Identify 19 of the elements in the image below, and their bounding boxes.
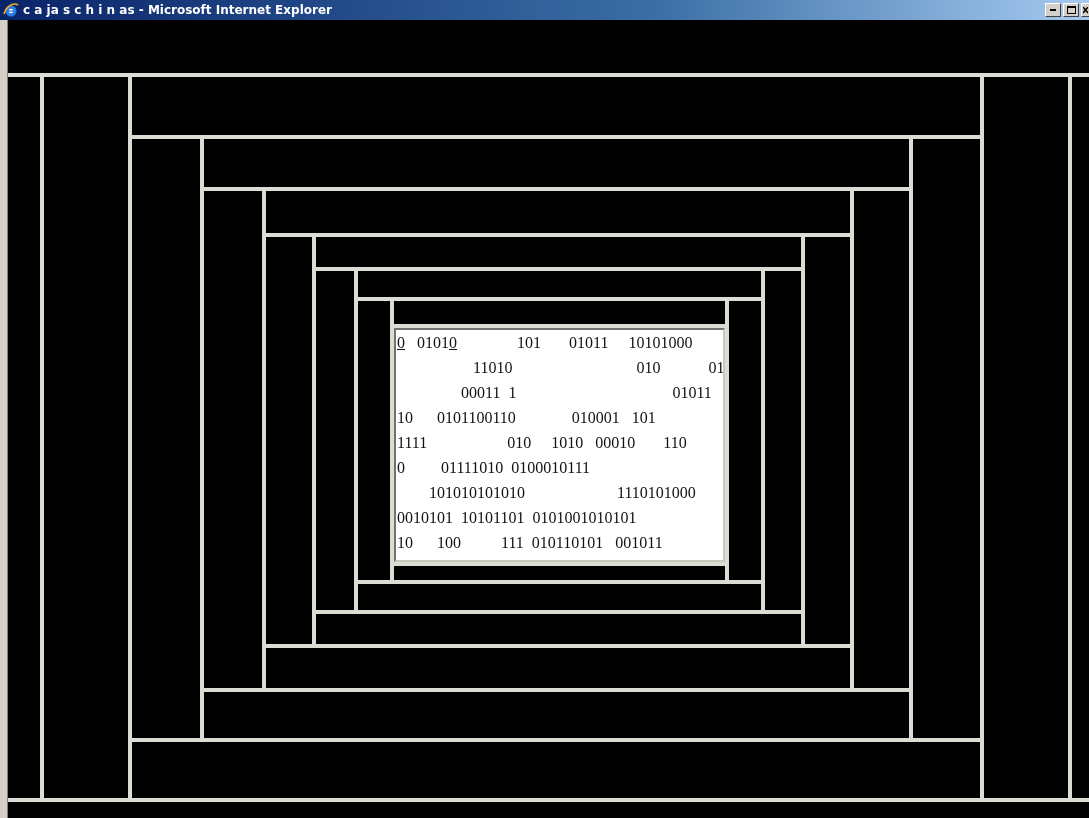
browser-logo-icon [3,2,19,18]
close-button[interactable] [1081,3,1089,17]
binary-line: 11010 010 01 [472,358,723,378]
binary-line: 10 0101100110 010001 101 [396,408,657,428]
minimize-icon [1050,9,1056,11]
binary-line: 0010101 10101101 0101001010101 [396,508,638,528]
binary-line: 0 01010 101 01011 10101000 [396,333,694,353]
window-title: c a ja s c h i n as - Microsoft Internet Explorer [23,3,333,17]
minimize-button[interactable] [1045,3,1061,17]
text-link[interactable]: 0 [397,334,405,351]
binary-line: 1111 010 1010 00010 110 [396,433,688,453]
text-link[interactable]: 0 [449,334,457,351]
binary-line: 10 100 111 010110101 001011 [396,533,664,553]
binary-line: 101010101010 1110101000 [428,483,697,503]
close-icon [1083,6,1088,14]
maximize-icon [1066,6,1076,14]
maximize-button[interactable] [1063,3,1079,17]
binary-line: 0 01111010 0100010111 [396,458,592,478]
binary-line: 00011 1 01011 [460,383,713,403]
